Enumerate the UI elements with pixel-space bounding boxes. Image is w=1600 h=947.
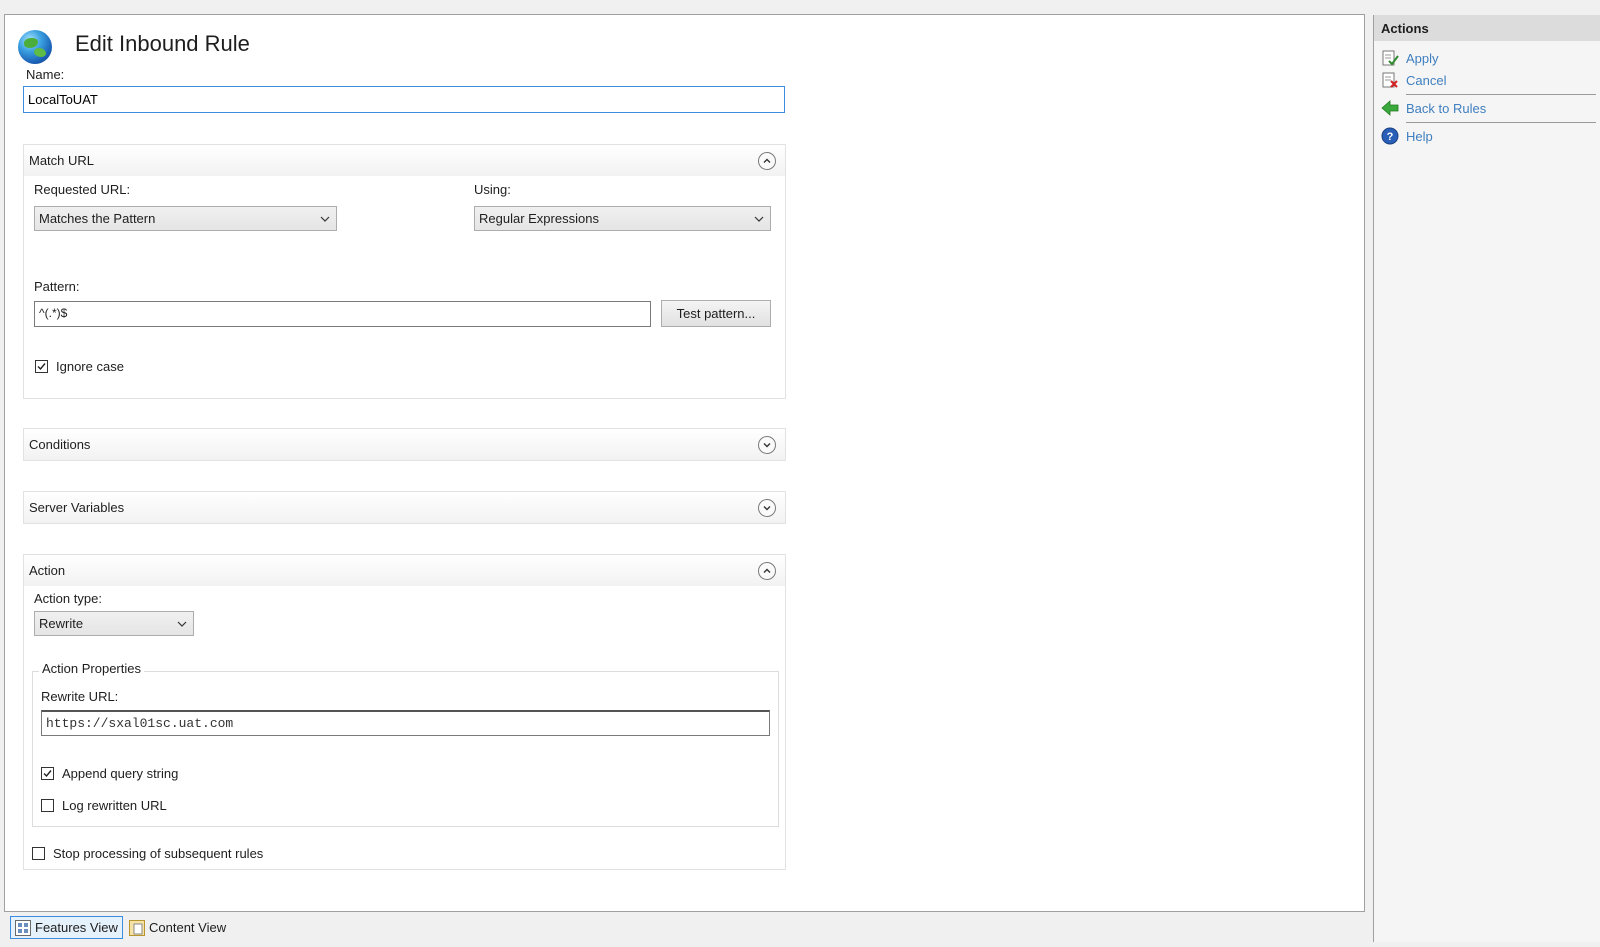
features-view-tab[interactable]: Features View	[10, 916, 123, 939]
back-to-rules-action[interactable]: Back to Rules	[1381, 98, 1486, 118]
collapse-chevron-up-icon[interactable]	[758, 562, 776, 580]
server-variables-header[interactable]: Server Variables	[24, 492, 785, 523]
conditions-header[interactable]: Conditions	[24, 429, 785, 460]
action-type-select[interactable]: Rewrite	[34, 611, 194, 636]
append-query-checkbox[interactable]	[41, 767, 54, 780]
action-title: Action	[29, 563, 66, 578]
requested-url-value: Matches the Pattern	[39, 211, 156, 226]
match-url-header[interactable]: Match URL	[24, 145, 785, 176]
pattern-value: ^(.*)$	[39, 306, 68, 320]
features-view-icon	[15, 919, 31, 936]
action-header[interactable]: Action	[24, 555, 785, 586]
requested-url-select[interactable]: Matches the Pattern	[34, 206, 337, 231]
expand-chevron-down-icon[interactable]	[758, 499, 776, 517]
apply-icon	[1381, 49, 1399, 67]
actions-separator	[1406, 122, 1596, 123]
actions-pane: Actions Apply Cancel Back to Rules ? Hel…	[1373, 15, 1600, 942]
stop-processing-label: Stop processing of subsequent rules	[53, 846, 264, 861]
requested-url-label: Requested URL:	[34, 182, 131, 197]
cancel-label: Cancel	[1406, 72, 1447, 88]
conditions-title: Conditions	[29, 437, 91, 452]
help-label: Help	[1406, 128, 1433, 144]
expand-chevron-down-icon[interactable]	[758, 436, 776, 454]
server-variables-title: Server Variables	[29, 500, 125, 515]
server-variables-section: Server Variables	[23, 491, 786, 524]
chevron-down-icon	[754, 216, 764, 222]
name-label: Name:	[26, 67, 65, 82]
conditions-section: Conditions	[23, 428, 786, 461]
svg-text:?: ?	[1387, 131, 1394, 143]
action-type-value: Rewrite	[39, 616, 84, 631]
help-action[interactable]: ? Help	[1381, 126, 1433, 146]
using-label: Using:	[474, 182, 511, 197]
log-rewritten-label: Log rewritten URL	[62, 798, 167, 813]
globe-icon	[18, 30, 52, 64]
chevron-down-icon	[320, 216, 330, 222]
name-input[interactable]	[23, 86, 785, 113]
back-to-rules-label: Back to Rules	[1406, 100, 1487, 116]
actions-separator	[1406, 94, 1596, 95]
actions-pane-title: Actions	[1374, 15, 1600, 41]
apply-action[interactable]: Apply	[1381, 48, 1439, 68]
rewrite-url-value: https://sxal01sc.uat.com	[46, 716, 234, 731]
cancel-action[interactable]: Cancel	[1381, 70, 1446, 90]
rewrite-url-input[interactable]: https://sxal01sc.uat.com	[41, 710, 770, 736]
content-view-label: Content View	[149, 920, 227, 935]
rewrite-url-label: Rewrite URL:	[41, 689, 119, 704]
match-url-title: Match URL	[29, 153, 95, 168]
action-properties-legend: Action Properties	[39, 661, 144, 676]
collapse-chevron-up-icon[interactable]	[758, 152, 776, 170]
test-pattern-button[interactable]: Test pattern...	[661, 300, 771, 327]
ignore-case-checkbox[interactable]	[35, 360, 48, 373]
ignore-case-label: Ignore case	[56, 359, 124, 374]
pattern-input[interactable]: ^(.*)$	[34, 301, 651, 327]
content-view-icon	[129, 919, 145, 936]
using-value: Regular Expressions	[479, 211, 599, 226]
features-view-label: Features View	[35, 920, 118, 935]
stop-processing-checkbox[interactable]	[32, 847, 45, 860]
help-icon: ?	[1381, 127, 1399, 145]
content-view-tab[interactable]: Content View	[125, 916, 230, 939]
log-rewritten-checkbox[interactable]	[41, 799, 54, 812]
action-type-label: Action type:	[34, 591, 102, 606]
back-arrow-icon	[1381, 99, 1399, 117]
cancel-icon	[1381, 71, 1399, 89]
chevron-down-icon	[177, 621, 187, 627]
append-query-label: Append query string	[62, 766, 179, 781]
using-select[interactable]: Regular Expressions	[474, 206, 771, 231]
match-url-section: Match URL	[23, 144, 786, 399]
pattern-label: Pattern:	[34, 279, 80, 294]
page-title: Edit Inbound Rule	[75, 31, 250, 56]
apply-label: Apply	[1406, 50, 1439, 66]
